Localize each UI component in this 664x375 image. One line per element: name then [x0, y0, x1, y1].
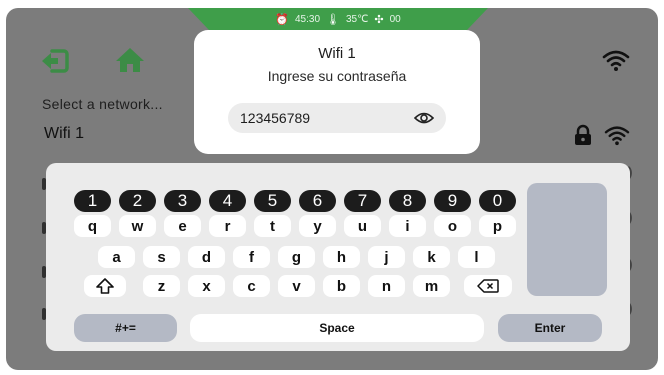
letter-key-y[interactable]: y [299, 215, 336, 237]
letter-key-g[interactable]: g [278, 246, 315, 268]
letter-key-u[interactable]: u [344, 215, 381, 237]
dialog-title: Wifi 1 [318, 45, 356, 62]
digit-key-8[interactable]: 8 [389, 190, 426, 212]
letter-key-m[interactable]: m [413, 275, 450, 297]
letter-key-f[interactable]: f [233, 246, 270, 268]
digit-key-1[interactable]: 1 [74, 190, 111, 212]
digit-key-4[interactable]: 4 [209, 190, 246, 212]
letter-key-z[interactable]: z [143, 275, 180, 297]
password-input[interactable]: 123456789 [228, 103, 446, 133]
on-screen-keyboard: 1234567890 qwertyuiop asdfghjkl zxcvbnm … [46, 163, 630, 351]
letter-key-e[interactable]: e [164, 215, 201, 237]
letter-key-c[interactable]: c [233, 275, 270, 297]
digit-key-9[interactable]: 9 [434, 190, 471, 212]
letter-key-w[interactable]: w [119, 215, 156, 237]
letter-key-v[interactable]: v [278, 275, 315, 297]
password-value: 123456789 [240, 110, 311, 126]
letter-key-n[interactable]: n [368, 275, 405, 297]
backspace-icon [477, 279, 499, 293]
space-key[interactable]: Space [190, 314, 484, 342]
thermometer-icon: 🌡 [326, 13, 340, 26]
letter-key-h[interactable]: h [323, 246, 360, 268]
fan-icon: ✣ [374, 13, 384, 26]
app-frame: ⏰ 45:30 🌡 35℃ ✣ 00 Select a network... W… [6, 8, 658, 370]
letter-key-x[interactable]: x [188, 275, 225, 297]
logout-back-icon[interactable] [40, 48, 70, 74]
letter-key-i[interactable]: i [389, 215, 426, 237]
letter-key-l[interactable]: l [458, 246, 495, 268]
letter-key-d[interactable]: d [188, 246, 225, 268]
dialog-subtitle: Ingrese su contraseña [267, 68, 407, 84]
network-name[interactable]: Wifi 1 [44, 125, 84, 143]
backspace-key[interactable] [464, 275, 512, 297]
letter-key-r[interactable]: r [209, 215, 246, 237]
eye-icon[interactable] [414, 109, 434, 127]
letter-key-j[interactable]: j [368, 246, 405, 268]
digit-key-6[interactable]: 6 [299, 190, 336, 212]
letter-key-s[interactable]: s [143, 246, 180, 268]
timer-value: 45:30 [295, 13, 321, 25]
digit-key-2[interactable]: 2 [119, 190, 156, 212]
letter-key-b[interactable]: b [323, 275, 360, 297]
lock-icon [575, 124, 591, 145]
letter-key-t[interactable]: t [254, 215, 291, 237]
status-bar: ⏰ 45:30 🌡 35℃ ✣ 00 [188, 8, 488, 30]
keyboard-side-pad [527, 183, 607, 296]
letter-key-a[interactable]: a [98, 246, 135, 268]
letter-key-q[interactable]: q [74, 215, 111, 237]
shift-icon [96, 278, 114, 294]
home-icon[interactable] [114, 46, 146, 74]
letter-key-k[interactable]: k [413, 246, 450, 268]
wifi-icon[interactable] [602, 48, 630, 72]
digit-key-0[interactable]: 0 [479, 190, 516, 212]
shift-key[interactable] [84, 275, 126, 297]
fan-speed-value: 00 [389, 13, 401, 25]
select-network-label: Select a network... [42, 96, 163, 112]
password-dialog: Wifi 1 Ingrese su contraseña 123456789 [194, 30, 480, 154]
letter-key-p[interactable]: p [479, 215, 516, 237]
digit-key-7[interactable]: 7 [344, 190, 381, 212]
digit-key-5[interactable]: 5 [254, 190, 291, 212]
symbols-key[interactable]: #+= [74, 314, 177, 342]
temperature-value: 35℃ [346, 13, 369, 25]
digit-key-3[interactable]: 3 [164, 190, 201, 212]
letter-key-o[interactable]: o [434, 215, 471, 237]
alarm-clock-icon: ⏰ [275, 13, 289, 26]
enter-key[interactable]: Enter [498, 314, 602, 342]
network-wifi-icon [604, 126, 630, 146]
